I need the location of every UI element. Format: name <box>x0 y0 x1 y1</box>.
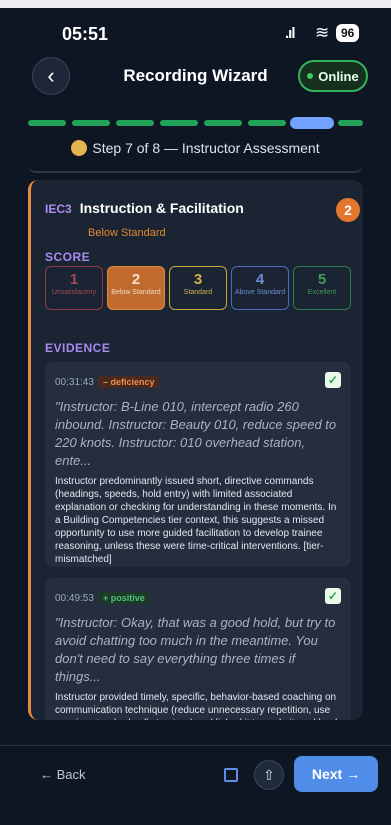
battery-icon: 96 <box>336 24 360 42</box>
progress-segment <box>248 120 286 126</box>
competency-level: Below Standard <box>88 227 166 239</box>
progress-segment-current <box>290 117 334 129</box>
competency-header: IEC3 Instruction & Facilitation <box>45 200 244 216</box>
score-option-number: 3 <box>193 271 203 288</box>
score-option-2-selected[interactable]: 2 Below Standard <box>107 266 165 310</box>
evidence-quote: "Instructor: B-Line 010, intercept radio… <box>55 399 337 468</box>
online-dot-icon <box>307 73 314 79</box>
deficiency-tag: – deficiency <box>97 376 160 388</box>
status-time: 05:51 <box>62 24 109 44</box>
progress-segment <box>116 120 154 126</box>
score-option-label: Unsatisfactory <box>51 289 97 296</box>
signal-icon: .ıl <box>285 25 295 42</box>
online-label: Online <box>318 68 359 84</box>
evidence-item: 00:31:43– deficiency ✓ "Instructor: B-Li… <box>45 362 351 567</box>
evidence-checkbox[interactable]: ✓ <box>325 588 341 604</box>
evidence-checkbox[interactable]: ✓ <box>325 372 341 388</box>
online-status-badge: Online <box>298 60 368 92</box>
evidence-item: 00:49:53 + positive ✓ "Instructor: Okay, … <box>45 578 351 720</box>
step-indicator: Step 7 of 8 — Instructor Assessment <box>0 140 391 156</box>
evidence-quote: "Instructor: Okay, that was a good hold,… <box>55 615 336 684</box>
instructor-emoji-icon <box>71 140 88 156</box>
evidence-section-label: EVIDENCE <box>45 341 111 355</box>
bottom-action-bar: ← Back ⇧ Next → <box>0 745 391 803</box>
score-option-label: Excellent <box>307 289 337 296</box>
evidence-timestamp: 00:31:43 <box>55 377 94 388</box>
score-option-label: Above Standard <box>234 289 286 296</box>
progress-segment <box>72 120 110 126</box>
score-option-3[interactable]: 3 Standard <box>169 266 227 310</box>
back-button[interactable]: ← Back <box>40 767 86 782</box>
evidence-body: Instructor predominantly issued short, d… <box>55 476 337 565</box>
progress-segment <box>160 120 198 126</box>
score-option-number: 2 <box>131 271 141 288</box>
score-option-1[interactable]: 1 Unsatisfactory <box>45 266 103 310</box>
progress-segment <box>204 120 242 126</box>
share-icon[interactable]: ⇧ <box>254 760 284 790</box>
competency-card: IEC3 Instruction & Facilitation Below Sta… <box>28 180 363 720</box>
top-strip <box>0 0 391 8</box>
competency-code: IEC3 <box>45 202 72 216</box>
step-progress <box>28 117 363 129</box>
score-selector: 1 Unsatisfactory 2 Below Standard 3 Stan… <box>45 266 351 310</box>
progress-segment <box>338 120 363 126</box>
step-text: Step 7 of 8 — Instructor Assessment <box>92 140 320 156</box>
score-option-4[interactable]: 4 Above Standard <box>231 266 289 310</box>
section-divider <box>28 165 363 173</box>
score-option-number: 4 <box>255 271 265 288</box>
score-section-label: SCORE <box>45 250 91 264</box>
score-option-5[interactable]: 5 Excellent <box>293 266 351 310</box>
edit-icon[interactable] <box>224 768 238 782</box>
navigation-bar: ‹ Recording Wizard Online <box>0 54 391 100</box>
status-bar: 05:51 .ıl ≋ 96 <box>0 18 391 48</box>
score-option-label: Below Standard <box>111 289 161 296</box>
progress-segment <box>28 120 66 126</box>
score-option-number: 5 <box>317 271 327 288</box>
score-option-label: Standard <box>183 289 213 296</box>
wifi-icon: ≋ <box>315 23 330 42</box>
score-badge: 2 <box>336 198 360 222</box>
next-button[interactable]: Next → <box>294 756 378 792</box>
positive-tag: + positive <box>97 592 150 604</box>
score-option-number: 1 <box>69 271 79 288</box>
evidence-body: Instructor provided timely, specific, be… <box>55 692 337 720</box>
evidence-timestamp: 00:49:53 <box>55 593 94 604</box>
competency-title: Instruction & Facilitation <box>79 200 244 216</box>
